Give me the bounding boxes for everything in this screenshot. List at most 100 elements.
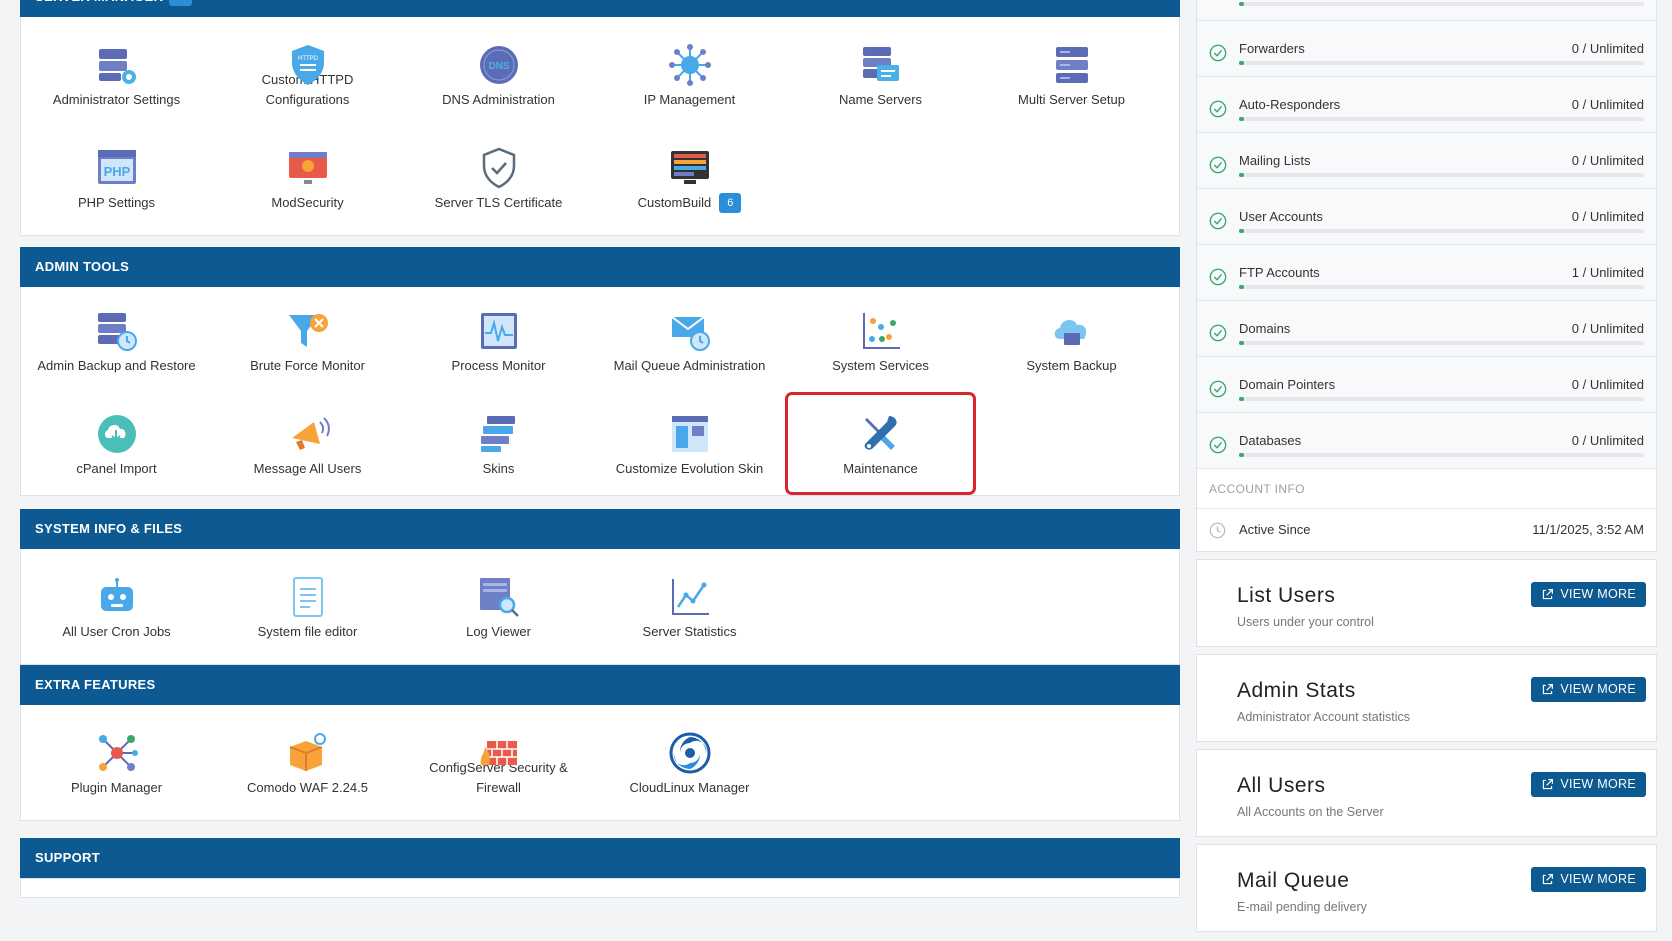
stat-card: All Users All Accounts on the Server VIEW …	[1196, 749, 1657, 837]
tile-process-monitor[interactable]: Process Monitor	[403, 289, 594, 392]
tile-system-services[interactable]: System Services	[785, 289, 976, 392]
check-circle-icon	[1209, 44, 1227, 62]
tile-log-viewer[interactable]: Log Viewer	[403, 555, 594, 658]
megaphone-icon	[291, 417, 330, 450]
usage-row: FTP Accounts 1 / Unlimited	[1197, 245, 1656, 301]
tile-multi-server-setup[interactable]: Multi Server Setup	[976, 23, 1167, 126]
custombuild-monitor-icon	[670, 151, 709, 184]
usage-value: 1 / Unlimited	[1571, 265, 1644, 280]
tile-message-all-users[interactable]: Message All Users	[212, 392, 403, 495]
usage-value: 0 / Unlimited	[1571, 321, 1644, 336]
tile-comodo-waf-2-24-5[interactable]: Comodo WAF 2.24.5	[212, 711, 403, 814]
card-subtitle: Users under your control	[1237, 615, 1374, 629]
section-grid: Plugin Manager Comodo WAF 2.24.5 ConfigSer…	[20, 705, 1180, 821]
pulse-icon	[480, 313, 517, 349]
tile-label-wrap: CustomBuild 6	[638, 193, 742, 213]
tile-label: Message All Users	[253, 461, 362, 476]
usage-row: User Accounts 0 / Unlimited	[1197, 189, 1656, 245]
section-header[interactable]: SUPPORT	[20, 838, 1180, 878]
sidebar-panel: Forwarders 0 / Unlimited Auto-Responders 0 …	[1196, 0, 1657, 932]
card-subtitle: All Accounts on the Server	[1237, 805, 1384, 819]
usage-row: Domains 0 / Unlimited	[1197, 301, 1656, 357]
tile-custom-httpd-configurations[interactable]: HTTPD Custom HTTPD Configurations	[212, 23, 403, 126]
section-header[interactable]: SERVER MANAGER 1	[20, 0, 1180, 17]
card-subtitle: E-mail pending delivery	[1237, 900, 1367, 914]
tile-server-tls-certificate[interactable]: Server TLS Certificate	[403, 126, 594, 229]
tile-brute-force-monitor[interactable]: Brute Force Monitor	[212, 289, 403, 392]
modsecurity-monitor-icon	[288, 152, 327, 184]
section-grid: Administrator Settings HTTPD Custom HTTPD …	[20, 17, 1180, 236]
usage-bar	[1239, 229, 1644, 233]
section-header[interactable]: EXTRA FEATURES	[20, 665, 1180, 705]
card-title: Admin Stats	[1237, 679, 1356, 702]
tile-dns-administration[interactable]: DNS DNS Administration	[403, 23, 594, 126]
view-more-label: VIEW MORE	[1560, 682, 1636, 696]
tile-label-wrap: Process Monitor	[452, 356, 546, 376]
scatter-chart-icon	[862, 313, 900, 349]
stat-card: List Users Users under your control VIEW M…	[1196, 559, 1657, 647]
usage-name: Domain Pointers	[1239, 377, 1336, 392]
tile-label-wrap: Mail Queue Administration	[614, 356, 766, 376]
tile-label: Admin Backup and Restore	[37, 358, 196, 373]
tile-php-settings[interactable]: PHP PHP Settings	[21, 126, 212, 229]
view-more-button[interactable]: VIEW MORE	[1531, 677, 1646, 702]
usage-name: User Accounts	[1239, 209, 1323, 224]
tile-label-wrap: Server TLS Certificate	[435, 193, 563, 213]
tile-label-wrap: Multi Server Setup	[1018, 90, 1125, 110]
usage-name: Domains	[1239, 321, 1291, 336]
tile-maintenance[interactable]: Maintenance	[785, 392, 976, 495]
usage-row-partial	[1197, 0, 1656, 21]
tile-mail-queue-administration[interactable]: Mail Queue Administration	[594, 289, 785, 392]
cloud-backup-icon	[1054, 319, 1086, 345]
view-more-button[interactable]: VIEW MORE	[1531, 582, 1646, 607]
tile-system-backup[interactable]: System Backup	[976, 289, 1167, 392]
tile-label-wrap: Maintenance	[843, 459, 917, 479]
section-title: SUPPORT	[35, 850, 100, 865]
tile-cpanel-import[interactable]: cPanel Import	[21, 392, 212, 495]
usage-name: Auto-Responders	[1239, 97, 1341, 112]
tile-name-servers[interactable]: Name Servers	[785, 23, 976, 126]
plugin-nodes-icon	[98, 735, 138, 771]
view-more-label: VIEW MORE	[1560, 777, 1636, 791]
tile-all-user-cron-jobs[interactable]: All User Cron Jobs	[21, 555, 212, 658]
dns-globe-icon: DNS	[479, 46, 518, 84]
tile-label: cPanel Import	[76, 461, 157, 476]
tile-configserver-security-firewall[interactable]: ConfigServer Security & Firewall	[403, 711, 594, 814]
check-circle-icon	[1209, 100, 1227, 118]
view-more-button[interactable]: VIEW MORE	[1531, 867, 1646, 892]
view-more-button[interactable]: VIEW MORE	[1531, 772, 1646, 797]
cloud-download-icon	[97, 415, 136, 453]
tile-label-wrap: IP Management	[644, 90, 736, 110]
tile-system-file-editor[interactable]: System file editor	[212, 555, 403, 658]
tile-label-wrap: DNS Administration	[442, 90, 555, 110]
tile-plugin-manager[interactable]: Plugin Manager	[21, 711, 212, 814]
tile-custombuild[interactable]: CustomBuild 6	[594, 126, 785, 229]
firewall-icon	[480, 741, 517, 765]
name-servers-icon	[862, 47, 899, 81]
section-server-manager: SERVER MANAGER 1 Administrator Settings HTT…	[20, 0, 1180, 236]
tile-cloudlinux-manager[interactable]: CloudLinux Manager	[594, 711, 785, 814]
section-header[interactable]: SYSTEM INFO & FILES	[20, 509, 1180, 549]
usage-row: Mailing Lists 0 / Unlimited	[1197, 133, 1656, 189]
usage-bar	[1239, 453, 1644, 457]
tile-label-wrap: Server Statistics	[643, 622, 737, 642]
section-title: SERVER MANAGER	[35, 0, 163, 17]
tile-skins[interactable]: Skins	[403, 392, 594, 495]
section-header[interactable]: ADMIN TOOLS	[20, 247, 1180, 287]
backup-clock-icon	[97, 313, 137, 351]
tile-label: Mail Queue Administration	[613, 358, 766, 373]
usage-value: 0 / Unlimited	[1571, 209, 1644, 224]
tile-administrator-settings[interactable]: Administrator Settings	[21, 23, 212, 126]
tile-customize-evolution-skin[interactable]: Customize Evolution Skin	[594, 392, 785, 495]
robot-icon	[100, 578, 133, 611]
section-grid: All User Cron Jobs System file editor Log …	[20, 549, 1180, 665]
usage-row: Auto-Responders 0 / Unlimited	[1197, 77, 1656, 133]
httpd-shield-icon: HTTPD	[291, 45, 324, 85]
tile-admin-backup-and-restore[interactable]: Admin Backup and Restore	[21, 289, 212, 392]
tile-server-statistics[interactable]: Server Statistics	[594, 555, 785, 658]
tile-ip-management[interactable]: IP Management	[594, 23, 785, 126]
tile-modsecurity[interactable]: ModSecurity	[212, 126, 403, 229]
tile-label: Skins	[482, 461, 515, 476]
tile-label-wrap: All User Cron Jobs	[62, 622, 170, 642]
tile-label-wrap: ModSecurity	[271, 193, 343, 213]
